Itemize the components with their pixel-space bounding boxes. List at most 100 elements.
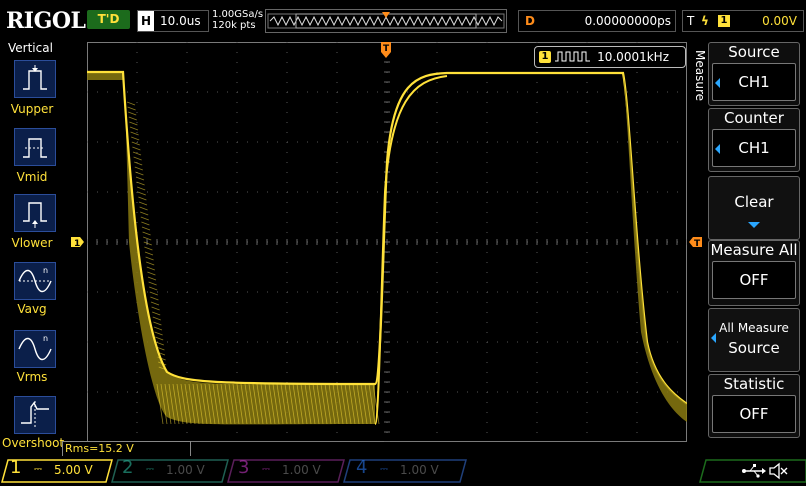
- hatch-line: [131, 141, 140, 146]
- all-measure-source-softkey[interactable]: All Measure Source: [708, 308, 800, 372]
- measure-all-softkey[interactable]: Measure All OFF: [708, 240, 800, 306]
- ch3-number: 3: [238, 457, 250, 478]
- hatch-line: [152, 311, 161, 316]
- hatch-line: [131, 136, 140, 141]
- ch1-scale: 5.00 V: [54, 463, 93, 477]
- channel-status-bar: 1 ⎓ 5.00 V 2 ⎓ 1.00 V 3 ⎓ 1.00 V 4 ⎓ 1.0…: [0, 456, 806, 486]
- ch1-status[interactable]: 1 ⎓ 5.00 V: [2, 457, 108, 481]
- delay-indicator[interactable]: D 0.00000000ps: [518, 10, 676, 32]
- trigger-indicator[interactable]: T ϟ 1 0.00V: [682, 10, 804, 32]
- hatch-line: [141, 221, 150, 226]
- statistic-softkey[interactable]: Statistic OFF: [708, 374, 800, 438]
- timebase-value: 10.0us: [160, 14, 201, 28]
- dc-coupling-icon: ⎓: [380, 464, 388, 475]
- frequency-value: 10.0001kHz: [597, 50, 669, 64]
- vlower-button[interactable]: [14, 194, 56, 232]
- hatch-line: [154, 331, 163, 336]
- svg-text:n: n: [43, 266, 48, 275]
- statistic-value-box: OFF: [712, 395, 796, 433]
- ch1-number: 1: [10, 457, 22, 478]
- hatch-line: [150, 301, 160, 306]
- vlower-icon: [23, 202, 47, 228]
- svg-text:n: n: [43, 334, 48, 343]
- vmid-icon: [23, 138, 47, 158]
- ch4-number: 4: [356, 457, 368, 478]
- vupper-icon: [23, 65, 47, 90]
- ch1-waveform-envelope: [87, 72, 375, 425]
- statistic-value: OFF: [739, 405, 769, 423]
- source-value: CH1: [738, 73, 770, 91]
- acquisition-info: 1.00GSa/s 120k pts: [212, 9, 263, 31]
- graticule: [87, 42, 687, 442]
- counter-value-box: CH1: [712, 129, 796, 167]
- ch2-status[interactable]: 2 ⎓ 1.00 V: [114, 457, 220, 481]
- hatch-line: [152, 316, 161, 321]
- left-arrow-icon: [715, 78, 720, 88]
- ch1-offset-marker[interactable]: 1: [71, 236, 85, 250]
- usb-icon: [742, 464, 766, 478]
- memory-overview[interactable]: [265, 9, 507, 33]
- vrms-icon: n: [18, 334, 52, 361]
- vupper-label: Vupper: [10, 102, 54, 116]
- delay-value: 0.00000000ps: [584, 14, 671, 28]
- clear-label: Clear: [734, 193, 774, 211]
- trigger-position-marker[interactable]: T: [380, 42, 394, 62]
- waveform-display[interactable]: 1 T T: [71, 42, 702, 442]
- measure-all-value: OFF: [739, 271, 769, 289]
- hatch-line: [150, 296, 159, 301]
- hatch-line: [137, 191, 146, 196]
- vavg-button[interactable]: n: [14, 262, 56, 300]
- vrms-button[interactable]: n: [14, 330, 56, 368]
- timebase-indicator[interactable]: H 10.0us: [137, 10, 209, 32]
- ch4-status[interactable]: 4 ⎓ 1.00 V: [348, 457, 458, 481]
- square-wave-icon: [555, 51, 590, 62]
- counter-label: Counter: [724, 109, 784, 127]
- trigger-status-badge: T'D: [87, 10, 130, 29]
- ch3-status[interactable]: 3 ⎓ 1.00 V: [230, 457, 336, 481]
- frequency-counter[interactable]: 1 10.0001kHz: [534, 46, 686, 68]
- hatch-line: [146, 266, 155, 271]
- dc-coupling-icon: ⎓: [146, 464, 154, 475]
- dc-coupling-icon: ⎓: [34, 464, 42, 475]
- all-measure-value: Source: [728, 339, 780, 357]
- source-value-box: CH1: [712, 63, 796, 101]
- hatch-line: [147, 276, 157, 281]
- hatch-line: [155, 336, 164, 341]
- hatch-line: [145, 256, 154, 261]
- hatch-line: [141, 226, 151, 231]
- hatch-line: [133, 156, 142, 161]
- vmid-button[interactable]: [14, 128, 56, 166]
- measure-menu: Measure Source CH1 Counter CH1 Clear Mea…: [688, 40, 806, 452]
- sample-rate: 1.00GSa/s: [212, 9, 264, 20]
- ch4-scale: 1.00 V: [400, 463, 439, 477]
- hatch-line: [149, 286, 158, 291]
- overshoot-label: Overshoot: [2, 436, 65, 450]
- hatch-line: [128, 111, 137, 116]
- hatch-line: [139, 206, 148, 211]
- overshoot-icon: [21, 401, 49, 427]
- hatch-line: [144, 246, 153, 251]
- counter-softkey[interactable]: Counter CH1: [708, 108, 800, 172]
- hatch-line: [153, 321, 162, 326]
- hatch-line: [149, 291, 158, 296]
- ch3-scale: 1.00 V: [282, 463, 321, 477]
- measure-all-label: Measure All: [710, 241, 798, 259]
- clear-softkey[interactable]: Clear: [708, 176, 800, 240]
- hatch-line: [146, 261, 155, 266]
- hatch-line: [140, 216, 149, 221]
- vupper-button[interactable]: [14, 60, 56, 98]
- horizontal-label: H: [138, 11, 154, 31]
- hatch-line: [153, 326, 163, 331]
- vavg-icon: n: [18, 266, 52, 293]
- trigger-source-badge: 1: [718, 15, 730, 27]
- svg-text:T: T: [383, 44, 390, 54]
- left-arrow-icon: [715, 144, 720, 154]
- source-softkey[interactable]: Source CH1: [708, 42, 800, 106]
- speaker-muted-icon[interactable]: [768, 462, 788, 480]
- hatch-line: [136, 181, 145, 186]
- overshoot-button[interactable]: [14, 396, 56, 434]
- hatch-line: [132, 146, 141, 151]
- counter-channel-badge: 1: [539, 51, 551, 63]
- hatch-line: [138, 196, 147, 201]
- hatch-line: [128, 116, 137, 121]
